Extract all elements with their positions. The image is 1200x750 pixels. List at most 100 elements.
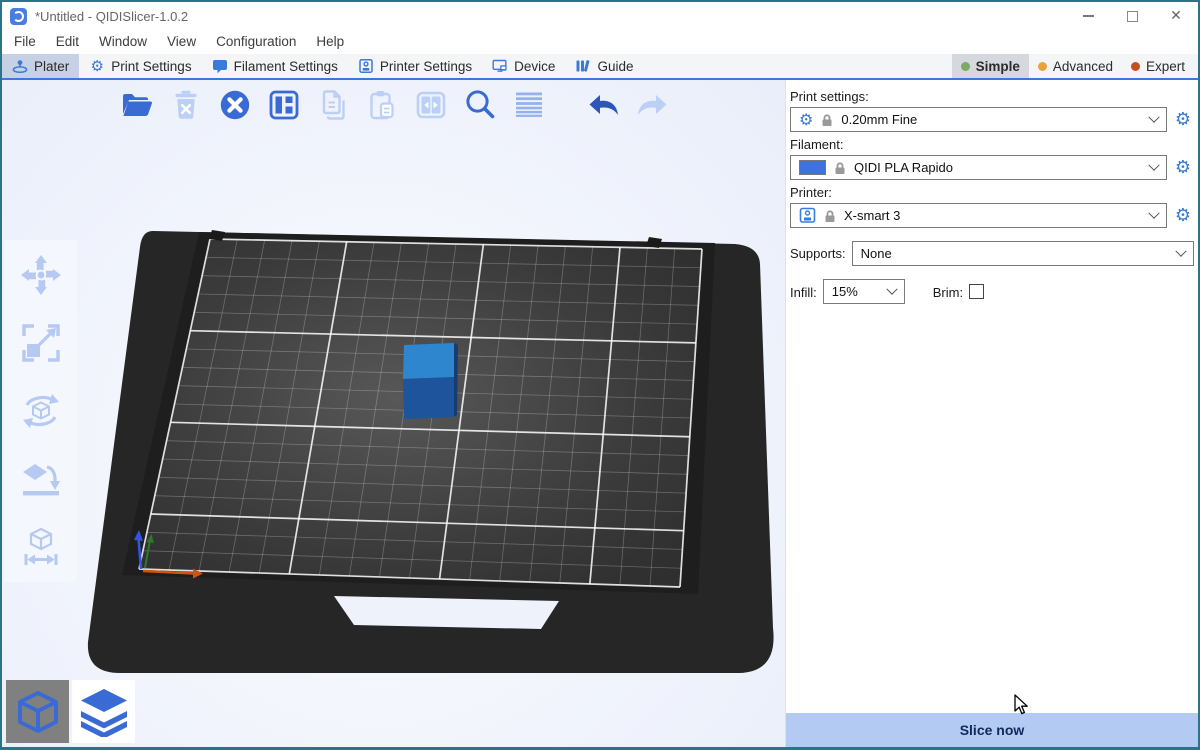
model-cube [403,343,458,419]
supports-label: Supports: [790,246,846,261]
open-folder-icon [119,87,155,123]
app-logo-icon [10,8,27,25]
mode-simple[interactable]: Simple [952,54,1029,78]
slice-now-button[interactable]: Slice now [786,713,1198,747]
print-settings-value: 0.20mm Fine [841,112,1142,127]
lock-icon [834,161,846,175]
measure-icon [19,525,63,569]
tab-label: Device [514,59,555,74]
menu-file[interactable]: File [4,30,46,54]
gizmo-toolbar [4,240,77,582]
chevron-down-icon [886,283,897,294]
cube-view-icon [15,689,61,735]
search-icon [462,87,498,123]
delete-button[interactable] [167,86,205,124]
print-settings-label: Print settings: [790,89,1194,104]
print-settings-combo[interactable]: ⚙ 0.20mm Fine [790,107,1167,132]
menu-configuration[interactable]: Configuration [206,30,306,54]
filament-combo[interactable]: QIDI PLA Rapido [790,155,1167,180]
maximize-button[interactable] [1110,2,1154,30]
tab-print-settings[interactable]: ⚙ Print Settings [79,54,201,78]
lock-icon [824,209,836,223]
redo-button[interactable] [633,86,671,124]
trash-icon [168,87,204,123]
supports-combo[interactable]: None [852,241,1194,266]
arrange-icon [266,87,302,123]
move-button[interactable] [18,252,64,298]
app-window: *Untitled - QIDISlicer-1.0.2 ✕ File Edit… [0,0,1200,750]
viewport-3d[interactable] [2,80,785,747]
close-icon: ✕ [1170,8,1182,24]
view-toggles [6,680,135,743]
split-button[interactable] [412,86,450,124]
layers-view-icon [79,687,129,737]
expert-mode-dot-icon [1131,62,1140,71]
filament-icon [212,58,228,74]
minimize-icon [1083,15,1094,17]
minimize-button[interactable] [1066,2,1110,30]
delete-all-icon [217,87,253,123]
mode-label: Advanced [1053,59,1113,74]
case-handle-cutout [334,596,559,629]
copy-button[interactable] [314,86,352,124]
tab-bar: Plater ⚙ Print Settings Filament Setting… [2,54,1198,80]
menu-edit[interactable]: Edit [46,30,89,54]
tab-guide[interactable]: Guide [565,54,643,78]
tab-plater[interactable]: Plater [2,54,79,78]
printer-label: Printer: [790,185,1194,200]
place-on-face-icon [19,457,63,501]
scale-button[interactable] [18,320,64,366]
paste-button[interactable] [363,86,401,124]
menu-bar: File Edit Window View Configuration Help [2,30,1198,54]
printer-gear-button[interactable]: ⚙ [1172,207,1194,225]
delete-all-button[interactable] [216,86,254,124]
print-settings-gear-button[interactable]: ⚙ [1172,111,1194,129]
scale-icon [19,321,63,365]
place-on-face-button[interactable] [18,456,64,502]
tab-printer-settings[interactable]: Printer Settings [348,54,482,78]
chevron-down-icon [1148,207,1159,218]
chevron-down-icon [1148,159,1159,170]
menu-window[interactable]: Window [89,30,157,54]
printer-combo[interactable]: X-smart 3 [790,203,1167,228]
printer-bed-scene [2,80,785,750]
mode-label: Expert [1146,59,1185,74]
measure-button[interactable] [18,524,64,570]
menu-help[interactable]: Help [306,30,354,54]
mode-expert[interactable]: Expert [1122,54,1194,78]
mode-advanced[interactable]: Advanced [1029,54,1122,78]
infill-combo[interactable]: 15% [823,279,905,304]
copy-icon [315,87,351,123]
search-button[interactable] [461,86,499,124]
variable-layer-height-button[interactable] [510,86,548,124]
tab-label: Print Settings [111,59,191,74]
title-bar: *Untitled - QIDISlicer-1.0.2 ✕ [2,2,1198,30]
tab-label: Filament Settings [234,59,338,74]
filament-value: QIDI PLA Rapido [854,160,1142,175]
tab-filament-settings[interactable]: Filament Settings [202,54,348,78]
brim-label: Brim: [933,285,963,300]
mode-label: Simple [976,59,1020,74]
arrange-button[interactable] [265,86,303,124]
layers-lines-icon [511,87,547,123]
rotate-button[interactable] [18,388,64,434]
top-toolbar [118,86,671,124]
guide-icon [575,58,591,74]
editor-view-button[interactable] [6,680,69,743]
close-button[interactable]: ✕ [1154,2,1198,30]
device-icon [492,58,508,74]
brim-checkbox[interactable] [969,284,984,299]
undo-button[interactable] [585,86,623,124]
advanced-mode-dot-icon [1038,62,1047,71]
filament-gear-button[interactable]: ⚙ [1172,159,1194,177]
filament-color-swatch [799,160,826,175]
mode-switcher: Simple Advanced Expert [952,54,1198,78]
plater-icon [12,58,28,74]
tab-device[interactable]: Device [482,54,565,78]
printer-icon [358,58,374,74]
menu-view[interactable]: View [157,30,206,54]
open-button[interactable] [118,86,156,124]
move-icon [19,253,63,297]
preview-view-button[interactable] [72,680,135,743]
gear-icon: ⚙ [799,112,813,128]
